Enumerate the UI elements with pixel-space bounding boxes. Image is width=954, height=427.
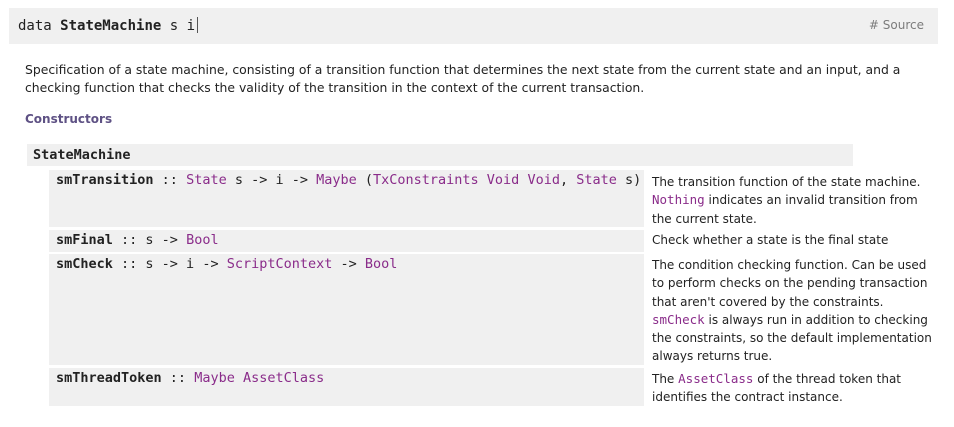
- field-name: smCheck: [56, 256, 113, 272]
- type-link[interactable]: State: [576, 172, 617, 188]
- type-description: Specification of a state machine, consis…: [25, 62, 901, 95]
- doc-code-link[interactable]: smCheck: [652, 312, 705, 327]
- constructor-row: StateMachine: [27, 144, 853, 166]
- constructor-name: StateMachine: [33, 147, 131, 163]
- type-link[interactable]: State: [186, 172, 227, 188]
- field-signature: smCheck :: s -> i -> ScriptContext -> Bo…: [56, 256, 397, 272]
- doc-text: Check whether a state is the final state: [652, 233, 889, 247]
- type-link[interactable]: Maybe AssetClass: [194, 370, 324, 386]
- doc-text: The transition function of the state mac…: [652, 175, 921, 189]
- signature-text: ->: [332, 256, 365, 272]
- field-signature: smFinal :: s -> Bool: [56, 232, 219, 248]
- field-name: smFinal: [56, 232, 113, 248]
- field-signature: smTransition :: State s -> i -> Maybe (T…: [56, 172, 641, 188]
- doc-text: The: [652, 372, 679, 386]
- field-row-smTransition: smTransition :: State s -> i -> Maybe (T…: [49, 170, 644, 227]
- signature-text: s -> i ->: [145, 256, 227, 272]
- field-doc-smCheck: The condition checking function. Can be …: [652, 256, 937, 366]
- field-row-smThreadToken: smThreadToken :: Maybe AssetClass: [49, 368, 644, 406]
- decl-keyword: data: [18, 18, 52, 34]
- field-doc-smTransition: The transition function of the state mac…: [652, 173, 937, 228]
- declaration-header: data StateMachine s i # Source: [9, 8, 938, 44]
- type-separator: ::: [112, 232, 146, 248]
- type-link[interactable]: ScriptContext: [227, 256, 333, 272]
- signature-text: ,: [559, 172, 577, 188]
- field-signature: smThreadToken :: Maybe AssetClass: [56, 370, 324, 386]
- source-link[interactable]: # Source: [869, 18, 924, 32]
- type-link[interactable]: Maybe: [316, 172, 357, 188]
- type-separator: ::: [161, 370, 195, 386]
- doc-code-link[interactable]: Nothing: [652, 192, 705, 207]
- signature-text: s -> i ->: [226, 172, 317, 188]
- declaration: data StateMachine s i: [18, 17, 199, 34]
- type-link[interactable]: Bool: [365, 256, 398, 272]
- field-row-smCheck: smCheck :: s -> i -> ScriptContext -> Bo…: [49, 254, 644, 365]
- text-cursor: [197, 17, 199, 33]
- doc-text: The condition checking function. Can be …: [652, 258, 928, 309]
- signature-text: s ->: [145, 232, 187, 248]
- field-row-smFinal: smFinal :: s -> Bool: [49, 230, 644, 252]
- field-doc-smFinal: Check whether a state is the final state: [652, 231, 937, 249]
- signature-text: s): [616, 172, 642, 188]
- type-separator: ::: [112, 256, 146, 272]
- type-link[interactable]: TxConstraints Void Void: [373, 172, 560, 188]
- field-name: smThreadToken: [56, 370, 162, 386]
- doc-code-link[interactable]: AssetClass: [678, 371, 753, 386]
- decl-params: s i: [169, 18, 196, 34]
- type-separator: ::: [153, 172, 187, 188]
- field-name: smTransition: [56, 172, 154, 188]
- decl-type-name: StateMachine: [60, 18, 162, 34]
- field-doc-smThreadToken: The AssetClass of the thread token that …: [652, 370, 937, 407]
- constructors-heading: Constructors: [25, 112, 113, 126]
- type-link[interactable]: Bool: [186, 232, 219, 248]
- signature-text: (: [356, 172, 374, 188]
